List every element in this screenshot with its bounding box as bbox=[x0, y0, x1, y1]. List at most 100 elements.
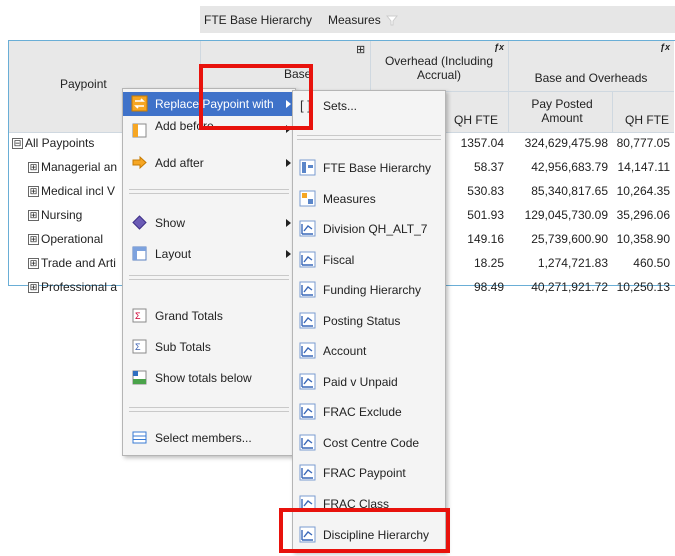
row-label: All Paypoints bbox=[25, 136, 95, 150]
submenu-item[interactable]: Cost Centre Code bbox=[293, 431, 445, 455]
oh-fte-cell: 58.37 bbox=[473, 160, 504, 174]
submenu-item[interactable]: Fiscal bbox=[293, 248, 445, 272]
oh-fte-cell: 1357.04 bbox=[460, 136, 504, 150]
expand-icon[interactable]: ⊞ bbox=[28, 234, 39, 246]
bo-fte-cell: 10,264.35 bbox=[616, 184, 670, 198]
menu-separator bbox=[129, 411, 289, 412]
context-menu: Replace Paypoint with Add before Add aft… bbox=[122, 88, 296, 456]
menu-separator bbox=[129, 193, 289, 194]
row-label: Medical incl V bbox=[41, 184, 116, 198]
show-totals-below-icon bbox=[132, 370, 147, 385]
submenu-item-sets[interactable]: [ ] Sets... bbox=[293, 94, 445, 118]
expand-icon[interactable]: ⊞ bbox=[28, 162, 39, 174]
submenu-item[interactable]: FRAC Exclude bbox=[293, 400, 445, 424]
menu-item-show-totals-below[interactable]: Show totals below bbox=[123, 366, 295, 390]
row-label: Nursing bbox=[41, 208, 83, 222]
row-label: Operational bbox=[41, 232, 104, 246]
dimension-icon bbox=[299, 373, 316, 390]
dimension-icon bbox=[299, 312, 316, 329]
bo-fte-cell: 10,358.90 bbox=[616, 232, 670, 246]
oh-fte-cell: 501.93 bbox=[467, 208, 504, 222]
submenu-item[interactable]: FRAC Paypoint bbox=[293, 461, 445, 485]
menu-separator bbox=[129, 189, 289, 190]
pay-amount-cell: 25,739,600.90 bbox=[531, 232, 608, 246]
pay-amount-cell: 85,340,817.65 bbox=[531, 184, 608, 198]
expand-icon[interactable]: ⊞ bbox=[28, 210, 39, 222]
base-overheads-header: Base and Overheads bbox=[534, 71, 648, 85]
submenu-arrow-icon bbox=[286, 219, 291, 227]
oh-fte-cell: 98.49 bbox=[473, 280, 504, 294]
collapse-icon[interactable]: ⊟ bbox=[12, 138, 23, 150]
submenu-item[interactable]: Funding Hierarchy bbox=[293, 278, 445, 302]
dimension-icon bbox=[299, 403, 316, 420]
pay-amount-cell: 42,956,683.79 bbox=[531, 160, 608, 174]
measures-label[interactable]: Measures bbox=[328, 13, 381, 27]
replace-submenu: [ ] Sets... FTE Base Hierarchy Measures Di… bbox=[292, 90, 446, 552]
row-label: Trade and Arti bbox=[41, 256, 116, 270]
oh-fte-cell: 18.25 bbox=[473, 256, 504, 270]
qh-fte-header-2: QH FTE bbox=[625, 113, 669, 127]
grand-totals-icon: Σ bbox=[132, 308, 147, 323]
pay-amount-cell: 324,629,475.98 bbox=[524, 136, 608, 150]
bo-fte-cell: 14,147.11 bbox=[617, 160, 671, 174]
menu-item-select-members[interactable]: Select members... bbox=[123, 426, 295, 450]
dimension-icon bbox=[299, 342, 316, 359]
qh-fte-header-1: QH FTE bbox=[454, 113, 498, 127]
submenu-item[interactable]: Paid v Unpaid bbox=[293, 370, 445, 394]
table-row[interactable]: ⊞ Trade and Arti bbox=[28, 256, 116, 270]
submenu-item[interactable]: Posting Status bbox=[293, 309, 445, 333]
select-members-icon bbox=[132, 431, 147, 444]
table-row[interactable]: ⊞ Professional a bbox=[28, 280, 117, 294]
menu-separator bbox=[129, 407, 289, 408]
svg-text:Σ: Σ bbox=[135, 342, 141, 352]
pay-amount-cell: 129,045,730.09 bbox=[524, 208, 608, 222]
base-expand-icon[interactable]: ⊞ bbox=[356, 43, 365, 56]
table-row[interactable]: ⊞ Managerial an bbox=[28, 160, 117, 174]
table-row[interactable]: ⊟ All Paypoints bbox=[12, 136, 94, 150]
expand-icon[interactable]: ⊞ bbox=[28, 258, 39, 270]
menu-item-show[interactable]: Show bbox=[123, 211, 295, 235]
row-label: Professional a bbox=[41, 280, 118, 294]
menu-item-layout[interactable]: Layout bbox=[123, 242, 295, 266]
highlight-replace bbox=[199, 64, 313, 130]
overhead-header: Overhead (Including Accrual) bbox=[384, 54, 494, 82]
dimension-icon bbox=[299, 281, 316, 298]
menu-item-grand-totals[interactable]: Σ Grand Totals bbox=[123, 304, 295, 328]
overhead-formula-icon: ƒx bbox=[494, 42, 505, 52]
menu-separator bbox=[129, 279, 289, 280]
bo-fte-cell: 35,296.06 bbox=[616, 208, 670, 222]
menu-separator bbox=[297, 135, 441, 136]
replace-icon bbox=[131, 95, 148, 112]
row-label: Managerial an bbox=[41, 160, 118, 174]
dimension-icon bbox=[299, 220, 316, 237]
submenu-item[interactable]: Division QH_ALT_7 bbox=[293, 217, 445, 241]
layout-icon bbox=[132, 246, 147, 261]
menu-separator bbox=[129, 275, 289, 276]
bo-fte-cell: 80,777.05 bbox=[616, 136, 670, 150]
table-row[interactable]: ⊞ Operational bbox=[28, 232, 103, 246]
hierarchy-bar: FTE Base Hierarchy Measures bbox=[200, 6, 675, 33]
hierarchy-label[interactable]: FTE Base Hierarchy bbox=[204, 13, 312, 27]
expand-icon[interactable]: ⊞ bbox=[28, 186, 39, 198]
submenu-item[interactable]: FTE Base Hierarchy bbox=[293, 156, 445, 180]
submenu-item[interactable]: Measures bbox=[293, 187, 445, 211]
pay-amount-cell: 40,271,921.72 bbox=[531, 280, 608, 294]
menu-item-sub-totals[interactable]: Σ Sub Totals bbox=[123, 335, 295, 359]
filter-icon[interactable] bbox=[386, 14, 398, 26]
menu-item-add-after[interactable]: Add after bbox=[123, 151, 295, 175]
submenu-item[interactable]: Account bbox=[293, 339, 445, 363]
expand-icon[interactable]: ⊞ bbox=[28, 282, 39, 294]
oh-fte-cell: 530.83 bbox=[467, 184, 504, 198]
bo-fte-cell: 10,250.13 bbox=[616, 280, 670, 294]
add-after-icon bbox=[132, 155, 147, 170]
table-row[interactable]: ⊞ Nursing bbox=[28, 208, 82, 222]
submenu-arrow-icon bbox=[286, 159, 291, 167]
oh-fte-cell: 149.16 bbox=[467, 232, 504, 246]
menu-separator bbox=[297, 139, 441, 140]
dimension-icon bbox=[299, 251, 316, 268]
pay-posted-amount-header: Pay Posted Amount bbox=[531, 97, 593, 125]
add-before-icon bbox=[132, 123, 147, 138]
show-icon bbox=[132, 215, 147, 230]
table-row[interactable]: ⊞ Medical incl V bbox=[28, 184, 115, 198]
paypoint-header[interactable]: Paypoint bbox=[60, 77, 107, 91]
